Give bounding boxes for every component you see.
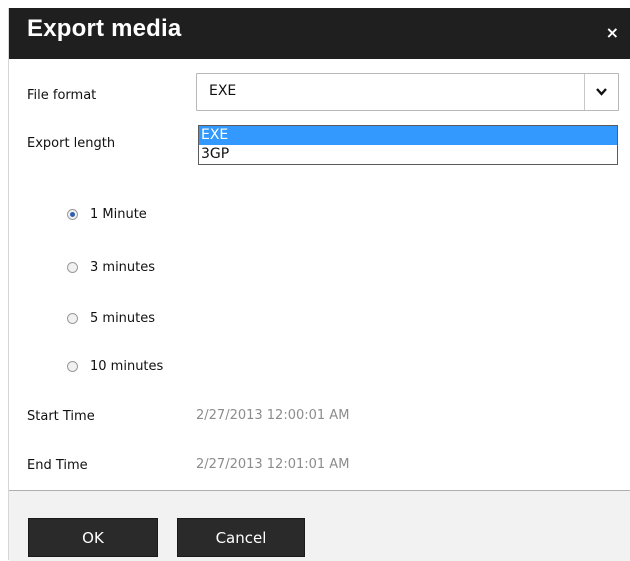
- file-format-value: EXE: [209, 83, 237, 99]
- radio-1-minute[interactable]: 1 Minute: [67, 204, 147, 224]
- close-icon[interactable]: ×: [606, 23, 619, 43]
- radio-5-minutes[interactable]: 5 minutes: [67, 308, 155, 328]
- dialog-footer: OK Cancel: [9, 490, 630, 561]
- radio-button-icon[interactable]: [67, 312, 78, 324]
- start-time-label: Start Time: [27, 409, 95, 424]
- radio-label: 5 minutes: [90, 310, 156, 326]
- radio-button-icon[interactable]: [67, 261, 78, 273]
- file-format-dropdown-list: EXE 3GP: [198, 125, 618, 165]
- radio-button-icon[interactable]: [67, 360, 78, 372]
- ok-button[interactable]: OK: [28, 518, 158, 557]
- radio-label: 3 minutes: [90, 259, 156, 275]
- radio-label: 1 Minute: [90, 206, 147, 222]
- dropdown-option-exe[interactable]: EXE: [199, 126, 617, 145]
- radio-10-minutes[interactable]: 10 minutes: [67, 356, 163, 376]
- dialog-title: Export media: [27, 15, 182, 42]
- radio-button-selected-icon[interactable]: [67, 208, 78, 220]
- export-media-dialog: Export media × File format EXE Export le…: [8, 8, 630, 561]
- radio-label: 10 minutes: [90, 358, 164, 374]
- title-bar: Export media ×: [9, 8, 630, 59]
- export-length-label: Export length: [27, 136, 116, 151]
- dropdown-option-3gp[interactable]: 3GP: [199, 145, 617, 164]
- start-time-value: 2/27/2013 12:00:01 AM: [196, 408, 350, 423]
- radio-3-minutes[interactable]: 3 minutes: [67, 257, 155, 277]
- cancel-button[interactable]: Cancel: [177, 518, 305, 557]
- chevron-down-icon[interactable]: [584, 74, 618, 110]
- end-time-label: End Time: [27, 458, 88, 473]
- file-format-select[interactable]: EXE: [196, 73, 619, 111]
- end-time-value: 2/27/2013 12:01:01 AM: [196, 457, 350, 472]
- file-format-label: File format: [27, 88, 97, 103]
